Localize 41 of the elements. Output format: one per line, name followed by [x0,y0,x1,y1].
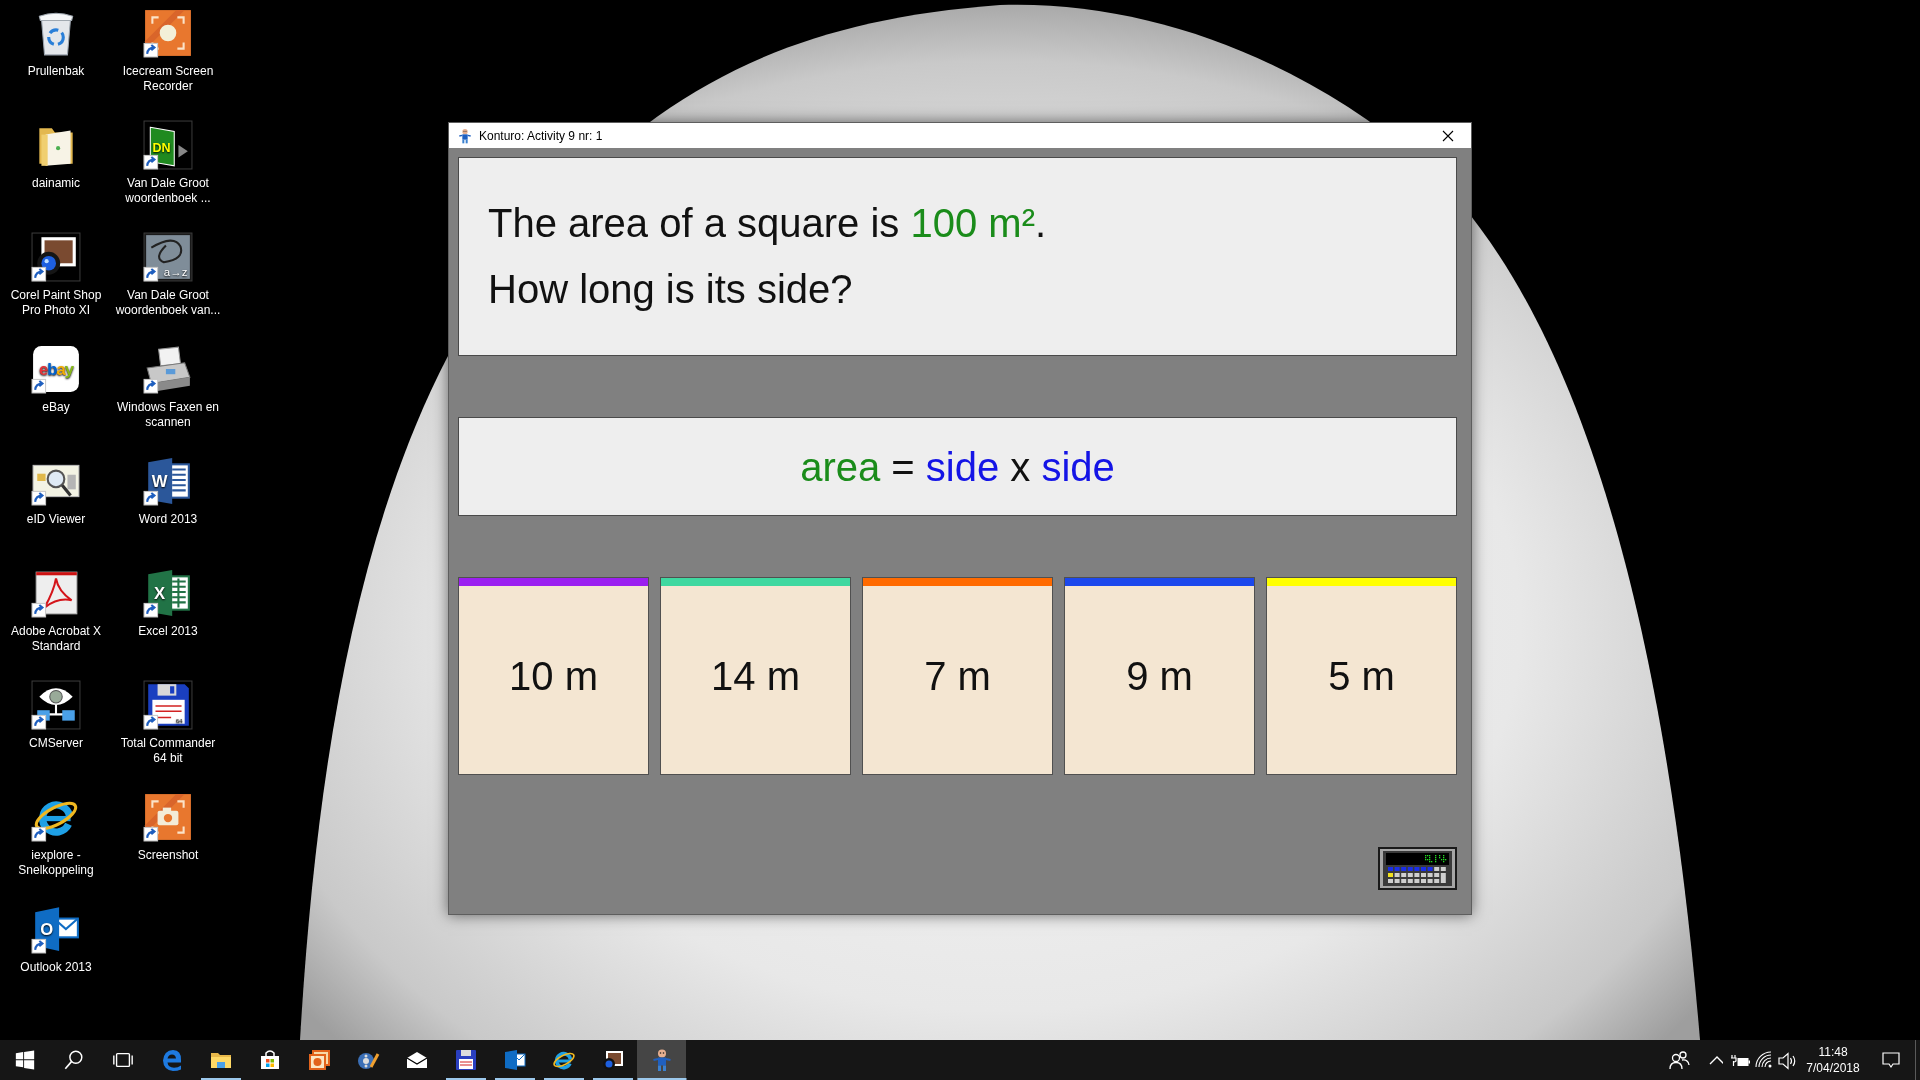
clock-date[interactable]: 7/04/2018 [1806,1060,1860,1076]
answer-card[interactable]: 14 m [660,577,851,775]
speaker-icon [1776,1049,1798,1071]
desktop-shortcut[interactable]: Corel Paint Shop Pro Photo XI [0,224,112,336]
answer-card[interactable]: 9 m [1064,577,1255,775]
question-text: The area of a square is 100 m². [488,200,1048,247]
formula-text: area = side x side [800,443,1115,491]
desktop-shortcut[interactable]: O Outlook 2013 [0,896,112,1008]
calculator-icon [1383,851,1452,886]
desktop-shortcut[interactable]: Prullenbak [0,0,112,112]
desktop-shortcut[interactable]: Windows Faxen en scannen [112,336,224,448]
desktop-shortcut[interactable]: Screenshot [112,784,224,896]
desktop-shortcut[interactable]: Icecream Screen Recorder [112,0,224,112]
search-icon [62,1049,85,1071]
desktop-shortcut[interactable]: iexplore - Snelkoppeling [0,784,112,896]
window-title: Konturo: Activity 9 nr: 1 [479,128,604,143]
envelope-tile-icon [502,1048,527,1072]
desktop-shortcut[interactable]: Adobe Acrobat X Standard [0,560,112,672]
clock-time[interactable]: 11:48 [1818,1044,1848,1060]
desktop-shortcut[interactable]: W Word 2013 [112,448,224,560]
desktop-shortcut[interactable]: X Excel 2013 [112,560,224,672]
picture-frame-icon [306,1048,331,1072]
scribble-tile-icon: a→z [143,232,193,282]
desktop-shortcut[interactable]: DN Van Dale Groot woordenboek ... [112,112,224,224]
desktop-shortcut[interactable]: ebay eBay [0,336,112,448]
calculator-button[interactable] [1378,847,1457,890]
cartoon-figure-icon [457,127,473,144]
close-icon [1442,129,1454,142]
desktop-shortcut[interactable]: eID Viewer [0,448,112,560]
desktop-shortcut[interactable]: a→z Van Dale Groot woordenboek van... [112,224,224,336]
windows-logo-icon [13,1049,36,1071]
answer-card[interactable]: 10 m [458,577,649,775]
question-text: How long is its side? [488,266,854,313]
message-icon [1881,1050,1901,1070]
people-icon [1668,1049,1690,1071]
desktop-shortcut[interactable]: CMServer [0,672,112,784]
answer-card[interactable]: 7 m [862,577,1053,775]
ebay-logo-icon: ebay [31,344,81,394]
answer-card[interactable]: 5 m [1266,577,1457,775]
book-icon: DN [143,120,193,170]
desktop-shortcut[interactable]: dainamic [0,112,112,224]
